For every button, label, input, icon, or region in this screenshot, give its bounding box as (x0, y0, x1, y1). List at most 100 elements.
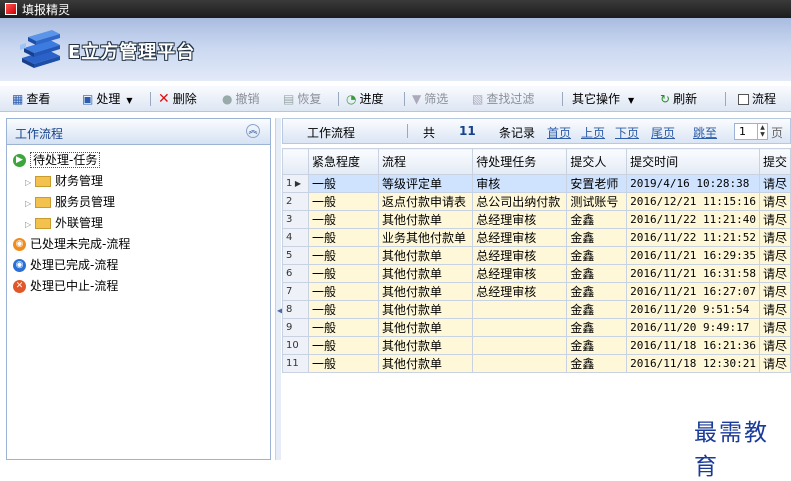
search-filter-button[interactable]: ▧ 查找过滤 (472, 91, 534, 108)
tree-item-label: 财务管理 (55, 174, 104, 188)
row-number-cell: 7 (282, 282, 309, 301)
tree-item-finance[interactable]: ▷ 财务管理 (25, 172, 103, 191)
column-header-urgency[interactable]: 紧急程度 (307, 148, 380, 175)
tree-item-processed-aborted[interactable]: ✕ 处理已中止-流程 (13, 277, 118, 296)
table-row[interactable]: 4 一般 业务其他付款单 总经理审核 金鑫 2016/11/22 11:21:52 请尽 (282, 228, 791, 247)
other-ops-button[interactable]: 其它操作 ▼ (572, 91, 634, 108)
tree-item-label: 处理已完成-流程 (30, 258, 119, 272)
process-button[interactable]: ▣ 处理 ▼ (82, 91, 133, 108)
expand-arrow-icon[interactable]: ▷ (25, 215, 35, 234)
row-number-cell: 8 (282, 300, 309, 319)
delete-button[interactable]: ✕ 删除 (158, 91, 197, 108)
main-toolbar: ▦ 查看 ▣ 处理 ▼ ✕ 删除 ● 撤销 ▤ 恢复 ◔ 进度 ▼ 筛选 ▧ 查找过滤 其它操作 ▼… (0, 86, 791, 112)
progress-icon: ◔ (346, 92, 357, 106)
task-cell (472, 318, 568, 337)
jump-page-link[interactable]: 跳至 (693, 124, 717, 141)
processed-aborted-icon: ✕ (13, 280, 26, 293)
urgency-cell: 一般 (307, 246, 380, 265)
note-cell: 请尽 (758, 210, 791, 229)
tree-item-external[interactable]: ▷ 外联管理 (25, 214, 103, 233)
column-header-flow[interactable]: 流程 (378, 148, 474, 175)
submitter-cell: 金鑫 (566, 210, 628, 229)
collapse-panel-icon[interactable]: ︽ (246, 124, 260, 138)
table-row[interactable]: 5 一般 其他付款单 总经理审核 金鑫 2016/11/21 16:29:35 请尽 (282, 246, 791, 265)
view-button[interactable]: ▦ 查看 (12, 91, 50, 108)
process-icon: ▣ (82, 92, 94, 106)
revoke-button[interactable]: ● 撤销 (222, 91, 260, 108)
panel-splitter[interactable]: ◀ (275, 118, 283, 460)
toolbar-divider (562, 92, 563, 106)
flow-cell: 其他付款单 (378, 354, 474, 373)
task-cell: 审核 (472, 174, 568, 193)
processed-incomplete-icon: ◉ (13, 238, 26, 251)
grid-toolbar: 工作流程 共 11 条记录 首页 上页 下页 尾页 跳至 1 ▲ ▼ 页 (282, 118, 791, 144)
flow-checkbox[interactable]: 流程 (738, 91, 776, 108)
row-number: 4 (286, 232, 293, 243)
flow-cell: 其他付款单 (378, 336, 474, 355)
flow-cell: 等级评定单 (378, 174, 474, 193)
tree-item-label: 处理已中止-流程 (30, 279, 119, 293)
tree-item-label: 外联管理 (55, 216, 104, 230)
urgency-cell: 一般 (307, 282, 380, 301)
refresh-button[interactable]: ↻ 刷新 (660, 91, 697, 108)
urgency-cell: 一般 (307, 192, 380, 211)
flow-cell: 其他付款单 (378, 318, 474, 337)
window-title: 填报精灵 (22, 3, 71, 17)
tree-item-staff[interactable]: ▷ 服务员管理 (25, 193, 115, 212)
table-row[interactable]: 10 一般 其他付款单 金鑫 2016/11/18 16:21:36 请尽 (282, 336, 791, 355)
table-row[interactable]: 1 ▶ 一般 等级评定单 审核 安置老师 2019/4/16 10:28:38 请尽 (282, 174, 791, 193)
last-page-link[interactable]: 尾页 (651, 124, 675, 141)
next-page-link[interactable]: 下页 (615, 124, 639, 141)
time-cell: 2016/11/22 11:21:40 (626, 210, 760, 229)
workflow-panel-header: 工作流程 ︽ (7, 119, 270, 145)
first-page-link[interactable]: 首页 (547, 124, 571, 141)
row-number-cell: 4 (282, 228, 309, 247)
progress-button[interactable]: ◔ 进度 (346, 91, 384, 108)
expand-arrow-icon[interactable]: ▷ (25, 194, 35, 213)
column-header-submit-note[interactable]: 提交 (758, 148, 791, 175)
table-row[interactable]: 7 一般 其他付款单 总经理审核 金鑫 2016/11/21 16:27:07 请尽 (282, 282, 791, 301)
task-cell (472, 336, 568, 355)
column-header-task[interactable]: 待处理任务 (472, 148, 568, 175)
time-cell: 2016/11/18 12:30:21 (626, 354, 760, 373)
column-header-submitter[interactable]: 提交人 (566, 148, 628, 175)
submitter-cell: 金鑫 (566, 282, 628, 301)
task-table: 紧急程度 流程 待处理任务 提交人 提交时间 提交 1 ▶ 一般 等级评定单 审核 安置… (282, 148, 791, 373)
expand-arrow-icon[interactable]: ▷ (25, 173, 35, 192)
page-suffix: 页 (771, 126, 784, 140)
filter-label: 筛选 (424, 92, 449, 106)
table-row[interactable]: 9 一般 其他付款单 金鑫 2016/11/20 9:49:17 请尽 (282, 318, 791, 337)
table-row[interactable]: 3 一般 其他付款单 总经理审核 金鑫 2016/11/22 11:21:40 请尽 (282, 210, 791, 229)
flow-label: 流程 (752, 92, 777, 106)
time-cell: 2016/11/21 16:29:35 (626, 246, 760, 265)
column-header-time[interactable]: 提交时间 (626, 148, 760, 175)
tree-item-label: 已处理未完成-流程 (30, 237, 131, 251)
folder-icon (35, 176, 51, 187)
urgency-cell: 一般 (307, 228, 380, 247)
urgency-cell: 一般 (307, 354, 380, 373)
row-number-cell: 1 ▶ (282, 174, 309, 193)
submitter-cell: 金鑫 (566, 300, 628, 319)
table-row[interactable]: 2 一般 返点付款申请表 总公司出纳付款 测试账号 2016/12/21 11:15:16… (282, 192, 791, 211)
toolbar-divider (150, 92, 151, 106)
filter-button[interactable]: ▼ 筛选 (412, 91, 448, 108)
page-spinner-icon[interactable]: ▲ ▼ (757, 124, 767, 139)
tree-item-processed-incomplete[interactable]: ◉ 已处理未完成-流程 (13, 235, 130, 254)
tree-item-processed-complete[interactable]: ◉ 处理已完成-流程 (13, 256, 118, 275)
restore-button[interactable]: ▤ 恢复 (283, 91, 321, 108)
row-number-header (282, 148, 309, 175)
table-row[interactable]: 8 一般 其他付款单 金鑫 2016/11/20 9:51:54 请尽 (282, 300, 791, 319)
grid-title: 工作流程 (307, 126, 356, 140)
table-row[interactable]: 6 一般 其他付款单 总经理审核 金鑫 2016/11/21 16:31:58 请尽 (282, 264, 791, 283)
table-row[interactable]: 11 一般 其他付款单 金鑫 2016/11/18 12:30:21 请尽 (282, 354, 791, 373)
tree-item-pending-tasks[interactable]: ▶ 待处理-任务 (13, 151, 101, 170)
submitter-cell: 金鑫 (566, 318, 628, 337)
task-cell: 总经理审核 (472, 282, 568, 301)
task-cell: 总经理审核 (472, 228, 568, 247)
task-cell: 总经理审核 (472, 246, 568, 265)
prev-page-link[interactable]: 上页 (581, 124, 605, 141)
note-cell: 请尽 (758, 192, 791, 211)
table-header-row: 紧急程度 流程 待处理任务 提交人 提交时间 提交 (282, 148, 791, 175)
page-number-input[interactable]: 1 ▲ ▼ (734, 123, 768, 140)
flow-cell: 其他付款单 (378, 300, 474, 319)
